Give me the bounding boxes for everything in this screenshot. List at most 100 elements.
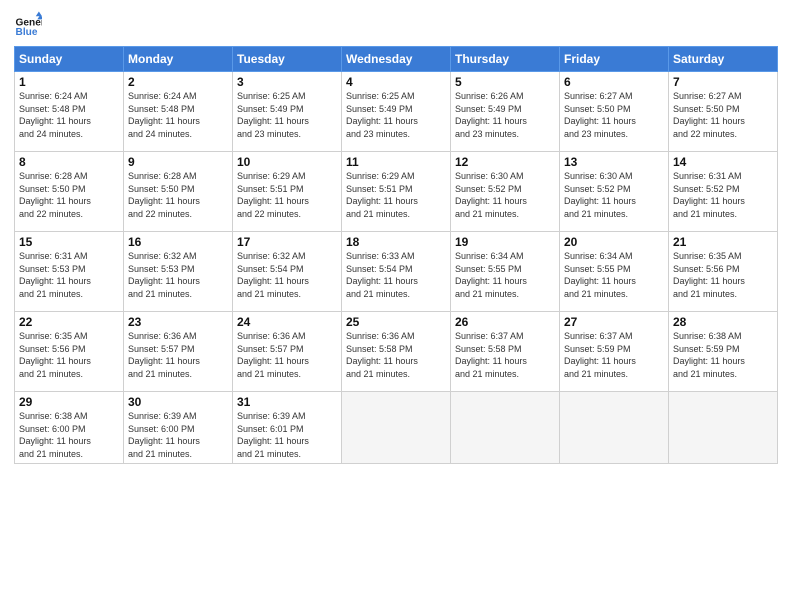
calendar-cell: 14Sunrise: 6:31 AMSunset: 5:52 PMDayligh… [669, 152, 778, 232]
day-number: 22 [19, 315, 119, 329]
day-number: 11 [346, 155, 446, 169]
day-info: Sunrise: 6:30 AMSunset: 5:52 PMDaylight:… [455, 170, 555, 220]
day-info: Sunrise: 6:35 AMSunset: 5:56 PMDaylight:… [673, 250, 773, 300]
day-info: Sunrise: 6:26 AMSunset: 5:49 PMDaylight:… [455, 90, 555, 140]
day-number: 24 [237, 315, 337, 329]
calendar-cell: 21Sunrise: 6:35 AMSunset: 5:56 PMDayligh… [669, 232, 778, 312]
calendar-cell [560, 392, 669, 464]
calendar-cell: 4Sunrise: 6:25 AMSunset: 5:49 PMDaylight… [342, 72, 451, 152]
day-number: 26 [455, 315, 555, 329]
weekday-header-sunday: Sunday [15, 47, 124, 72]
day-info: Sunrise: 6:35 AMSunset: 5:56 PMDaylight:… [19, 330, 119, 380]
day-info: Sunrise: 6:32 AMSunset: 5:53 PMDaylight:… [128, 250, 228, 300]
day-info: Sunrise: 6:24 AMSunset: 5:48 PMDaylight:… [19, 90, 119, 140]
calendar-cell: 15Sunrise: 6:31 AMSunset: 5:53 PMDayligh… [15, 232, 124, 312]
day-number: 20 [564, 235, 664, 249]
day-info: Sunrise: 6:34 AMSunset: 5:55 PMDaylight:… [564, 250, 664, 300]
calendar-cell: 28Sunrise: 6:38 AMSunset: 5:59 PMDayligh… [669, 312, 778, 392]
day-number: 13 [564, 155, 664, 169]
day-number: 27 [564, 315, 664, 329]
weekday-header-tuesday: Tuesday [233, 47, 342, 72]
calendar-cell: 3Sunrise: 6:25 AMSunset: 5:49 PMDaylight… [233, 72, 342, 152]
day-number: 10 [237, 155, 337, 169]
calendar-cell: 10Sunrise: 6:29 AMSunset: 5:51 PMDayligh… [233, 152, 342, 232]
day-number: 14 [673, 155, 773, 169]
day-number: 3 [237, 75, 337, 89]
calendar-cell: 6Sunrise: 6:27 AMSunset: 5:50 PMDaylight… [560, 72, 669, 152]
day-number: 5 [455, 75, 555, 89]
calendar-cell: 18Sunrise: 6:33 AMSunset: 5:54 PMDayligh… [342, 232, 451, 312]
day-number: 17 [237, 235, 337, 249]
calendar-cell: 29Sunrise: 6:38 AMSunset: 6:00 PMDayligh… [15, 392, 124, 464]
calendar-table: SundayMondayTuesdayWednesdayThursdayFrid… [14, 46, 778, 464]
day-number: 28 [673, 315, 773, 329]
day-number: 31 [237, 395, 337, 409]
day-number: 25 [346, 315, 446, 329]
day-info: Sunrise: 6:24 AMSunset: 5:48 PMDaylight:… [128, 90, 228, 140]
day-info: Sunrise: 6:36 AMSunset: 5:58 PMDaylight:… [346, 330, 446, 380]
day-info: Sunrise: 6:27 AMSunset: 5:50 PMDaylight:… [564, 90, 664, 140]
calendar-cell: 2Sunrise: 6:24 AMSunset: 5:48 PMDaylight… [124, 72, 233, 152]
weekday-header-wednesday: Wednesday [342, 47, 451, 72]
day-number: 30 [128, 395, 228, 409]
day-number: 6 [564, 75, 664, 89]
day-number: 15 [19, 235, 119, 249]
day-number: 21 [673, 235, 773, 249]
day-info: Sunrise: 6:36 AMSunset: 5:57 PMDaylight:… [237, 330, 337, 380]
day-number: 29 [19, 395, 119, 409]
weekday-header-friday: Friday [560, 47, 669, 72]
calendar-cell: 23Sunrise: 6:36 AMSunset: 5:57 PMDayligh… [124, 312, 233, 392]
day-info: Sunrise: 6:27 AMSunset: 5:50 PMDaylight:… [673, 90, 773, 140]
day-info: Sunrise: 6:29 AMSunset: 5:51 PMDaylight:… [237, 170, 337, 220]
calendar-cell: 30Sunrise: 6:39 AMSunset: 6:00 PMDayligh… [124, 392, 233, 464]
day-number: 19 [455, 235, 555, 249]
calendar-cell: 1Sunrise: 6:24 AMSunset: 5:48 PMDaylight… [15, 72, 124, 152]
day-info: Sunrise: 6:37 AMSunset: 5:58 PMDaylight:… [455, 330, 555, 380]
calendar-cell: 24Sunrise: 6:36 AMSunset: 5:57 PMDayligh… [233, 312, 342, 392]
day-number: 18 [346, 235, 446, 249]
calendar-cell: 17Sunrise: 6:32 AMSunset: 5:54 PMDayligh… [233, 232, 342, 312]
calendar-cell: 8Sunrise: 6:28 AMSunset: 5:50 PMDaylight… [15, 152, 124, 232]
calendar-cell: 16Sunrise: 6:32 AMSunset: 5:53 PMDayligh… [124, 232, 233, 312]
calendar-cell [342, 392, 451, 464]
day-info: Sunrise: 6:34 AMSunset: 5:55 PMDaylight:… [455, 250, 555, 300]
day-info: Sunrise: 6:36 AMSunset: 5:57 PMDaylight:… [128, 330, 228, 380]
day-number: 12 [455, 155, 555, 169]
day-number: 2 [128, 75, 228, 89]
calendar-cell: 22Sunrise: 6:35 AMSunset: 5:56 PMDayligh… [15, 312, 124, 392]
day-info: Sunrise: 6:25 AMSunset: 5:49 PMDaylight:… [237, 90, 337, 140]
calendar-cell: 31Sunrise: 6:39 AMSunset: 6:01 PMDayligh… [233, 392, 342, 464]
calendar-cell: 26Sunrise: 6:37 AMSunset: 5:58 PMDayligh… [451, 312, 560, 392]
calendar-cell: 19Sunrise: 6:34 AMSunset: 5:55 PMDayligh… [451, 232, 560, 312]
weekday-header-thursday: Thursday [451, 47, 560, 72]
day-number: 1 [19, 75, 119, 89]
calendar-cell: 25Sunrise: 6:36 AMSunset: 5:58 PMDayligh… [342, 312, 451, 392]
calendar-cell: 5Sunrise: 6:26 AMSunset: 5:49 PMDaylight… [451, 72, 560, 152]
day-number: 4 [346, 75, 446, 89]
calendar-cell: 9Sunrise: 6:28 AMSunset: 5:50 PMDaylight… [124, 152, 233, 232]
day-info: Sunrise: 6:31 AMSunset: 5:53 PMDaylight:… [19, 250, 119, 300]
logo: General Blue [14, 10, 42, 38]
calendar-cell: 11Sunrise: 6:29 AMSunset: 5:51 PMDayligh… [342, 152, 451, 232]
day-info: Sunrise: 6:28 AMSunset: 5:50 PMDaylight:… [19, 170, 119, 220]
page: General Blue SundayMondayTuesdayWednesda… [0, 0, 792, 612]
weekday-header-saturday: Saturday [669, 47, 778, 72]
day-info: Sunrise: 6:31 AMSunset: 5:52 PMDaylight:… [673, 170, 773, 220]
day-info: Sunrise: 6:30 AMSunset: 5:52 PMDaylight:… [564, 170, 664, 220]
calendar-cell: 13Sunrise: 6:30 AMSunset: 5:52 PMDayligh… [560, 152, 669, 232]
day-info: Sunrise: 6:32 AMSunset: 5:54 PMDaylight:… [237, 250, 337, 300]
day-number: 7 [673, 75, 773, 89]
calendar-cell: 7Sunrise: 6:27 AMSunset: 5:50 PMDaylight… [669, 72, 778, 152]
day-info: Sunrise: 6:39 AMSunset: 6:01 PMDaylight:… [237, 410, 337, 460]
weekday-header-monday: Monday [124, 47, 233, 72]
day-number: 8 [19, 155, 119, 169]
calendar-cell [669, 392, 778, 464]
calendar-cell: 12Sunrise: 6:30 AMSunset: 5:52 PMDayligh… [451, 152, 560, 232]
calendar-cell [451, 392, 560, 464]
day-info: Sunrise: 6:38 AMSunset: 6:00 PMDaylight:… [19, 410, 119, 460]
day-info: Sunrise: 6:29 AMSunset: 5:51 PMDaylight:… [346, 170, 446, 220]
day-number: 16 [128, 235, 228, 249]
day-info: Sunrise: 6:39 AMSunset: 6:00 PMDaylight:… [128, 410, 228, 460]
logo-icon: General Blue [14, 10, 42, 38]
day-info: Sunrise: 6:28 AMSunset: 5:50 PMDaylight:… [128, 170, 228, 220]
